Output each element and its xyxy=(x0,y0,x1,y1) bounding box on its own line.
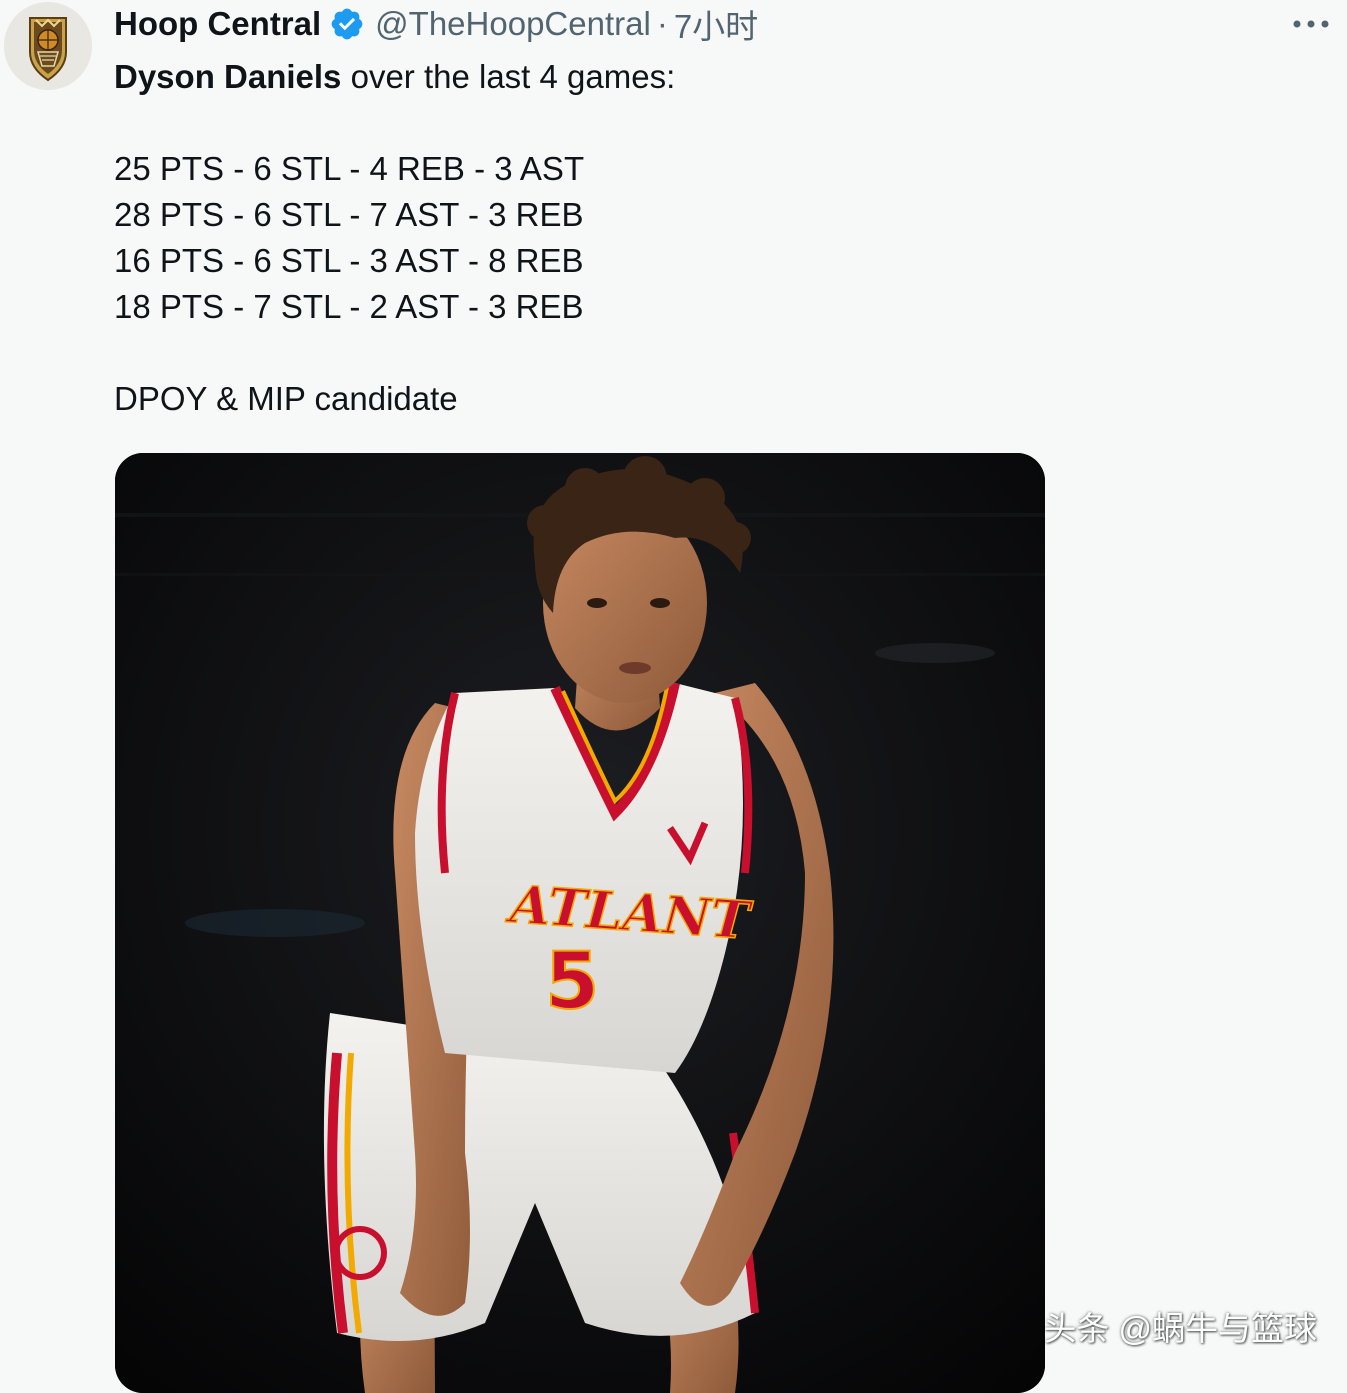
verified-badge-icon xyxy=(331,8,363,40)
player-photo: ATLANT 5 xyxy=(115,453,1045,1393)
author-name[interactable]: Hoop Central xyxy=(114,5,321,43)
post-header: Hoop Central @TheHoopCentral · 7小时 xyxy=(114,2,758,46)
more-options-button[interactable] xyxy=(1289,4,1333,44)
watermark: 头条 @蜗牛与篮球 xyxy=(1043,1310,1317,1347)
tweet: Hoop Central @TheHoopCentral · 7小时 Dyson… xyxy=(0,0,1347,1393)
separator-dot: · xyxy=(656,5,668,42)
stat-line-3: 16 PTS - 6 STL - 3 AST - 8 REB xyxy=(114,242,584,279)
player-name: Dyson Daniels xyxy=(114,58,342,95)
post-text: Dyson Daniels over the last 4 games: 25 … xyxy=(114,54,1214,422)
stat-line-4: 18 PTS - 7 STL - 2 AST - 3 REB xyxy=(114,288,584,325)
more-options-icon xyxy=(1293,20,1329,28)
post-photo[interactable]: ATLANT 5 xyxy=(115,453,1045,1393)
jersey-number-text: 5 xyxy=(545,937,599,1027)
intro-rest: over the last 4 games: xyxy=(341,58,676,95)
post-intro-line: Dyson Daniels over the last 4 games: xyxy=(114,54,1214,100)
stat-line-1: 25 PTS - 6 STL - 4 REB - 3 AST xyxy=(114,150,585,187)
closing-line: DPOY & MIP candidate xyxy=(114,380,458,417)
author-handle[interactable]: @TheHoopCentral xyxy=(375,5,651,43)
stat-line-2: 28 PTS - 6 STL - 7 AST - 3 REB xyxy=(114,196,584,233)
post-timestamp[interactable]: 7小时 xyxy=(674,0,758,48)
avatar[interactable] xyxy=(4,2,92,90)
hoop-central-logo-icon xyxy=(4,2,92,90)
